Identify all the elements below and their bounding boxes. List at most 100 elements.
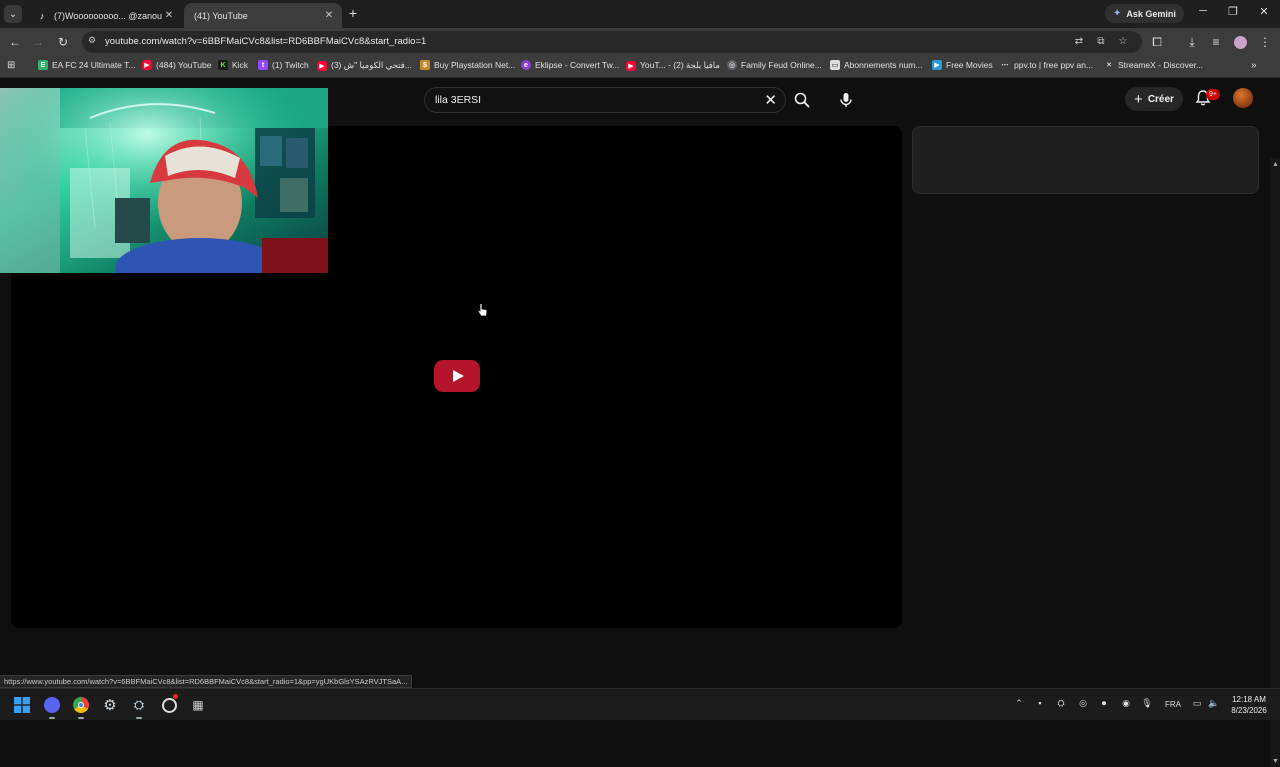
translate-icon[interactable]: ⇄ — [1072, 36, 1086, 47]
bookmark-label: ppv.to | free ppv an... — [1014, 60, 1094, 70]
tab-youtube[interactable]: (41) YouTube ✕ — [184, 3, 342, 91]
twitch-icon: t — [258, 60, 268, 70]
tray-discord-icon[interactable]: ◉ — [1119, 698, 1133, 709]
tray-recording-icon[interactable]: ◎ — [1076, 698, 1090, 709]
new-tab-icon[interactable]: + — [346, 5, 360, 21]
voice-search-button[interactable] — [832, 86, 860, 114]
bookmark-label: Family Feud Online... — [741, 60, 822, 70]
tray-app-icon[interactable]: ▪ — [1033, 698, 1047, 708]
bookmark-ea-fc[interactable]: E EA FC 24 Ultimate T... — [38, 60, 135, 70]
bookmark-youtube[interactable]: ▶ (484) YouTube — [142, 60, 211, 70]
play-button[interactable] — [434, 360, 480, 392]
search-button[interactable] — [787, 88, 817, 112]
menu-icon[interactable]: ⋮ — [1257, 34, 1273, 50]
bookmark-label: Kick — [232, 60, 249, 70]
globe-icon: ◎ — [727, 60, 737, 70]
search-input[interactable]: lila 3ERSI ✕ — [424, 87, 786, 113]
bookmark-kick[interactable]: K Kick — [218, 60, 248, 70]
clear-search-icon[interactable]: ✕ — [764, 91, 777, 109]
tab-search-button[interactable]: ⌄ — [4, 5, 22, 23]
tray-mic-icon[interactable]: ⏺ — [1097, 698, 1111, 709]
address-bar[interactable]: ⚙ youtube.com/watch?v=6BBFMaiCVc8&list=R… — [82, 31, 1142, 53]
scroll-up-icon[interactable]: ▲ — [1272, 161, 1279, 168]
plus-icon: + — [1134, 90, 1143, 108]
chrome-icon[interactable] — [71, 695, 91, 719]
bookmark-twitch[interactable]: t (1) Twitch — [258, 60, 309, 70]
tv-icon: ▭ — [830, 60, 840, 70]
clock-date: 8/23/2026 — [1231, 706, 1267, 715]
bookmark-label: EA FC 24 Ultimate T... — [52, 60, 136, 70]
ea-icon: E — [38, 60, 48, 70]
create-button[interactable]: + Créer — [1125, 87, 1183, 111]
close-tab-icon[interactable]: ✕ — [322, 10, 336, 21]
page-scrollbar[interactable]: ▲ ▼ — [1270, 158, 1280, 767]
bookmark-family-feud[interactable]: ◎ Family Feud Online... — [727, 60, 822, 70]
scroll-down-icon[interactable]: ▼ — [1272, 758, 1279, 765]
bookmark-youtube-2[interactable]: ▶ (3) فتحي الكوميا "ش... — [317, 60, 412, 71]
tray-microphone-icon[interactable]: 🎙 — [1140, 698, 1154, 709]
bookmark-label: YouT... - مافيا بلجة (2) — [640, 60, 720, 70]
hand-cursor-icon — [477, 303, 488, 317]
bookmark-label: (3) فتحي الكوميا "ش... — [331, 60, 412, 70]
app-grid-icon[interactable]: ▦ — [188, 695, 208, 715]
x-icon: ✕ — [1106, 62, 1112, 69]
system-clock[interactable]: 12:18 AM 8/23/2026 — [1226, 694, 1272, 716]
tab-tiktok[interactable]: ♪ (7)Wooooooooo... @zanouni.sa ✕ — [26, 3, 182, 28]
tab-strip: ⌄ ♪ (7)Wooooooooo... @zanouni.sa ✕ (41) … — [0, 0, 1280, 91]
install-app-icon[interactable]: ⧉ — [1094, 36, 1108, 47]
bookmark-youtube-3[interactable]: ▶ YouT... - مافيا بلجة (2) — [626, 60, 720, 71]
obs-icon[interactable] — [159, 694, 179, 715]
show-hidden-icons[interactable]: ⌃ — [1012, 698, 1026, 709]
bookmark-label: Buy Playstation Net... — [434, 60, 516, 70]
bookmark-free-movies[interactable]: ▶ Free Movies — [932, 60, 993, 70]
download-icon[interactable]: ⤓ — [1184, 34, 1200, 50]
link-status-bar: https://www.youtube.com/watch?v=6BBFMaiC… — [0, 675, 413, 688]
more-bookmarks-icon[interactable]: » — [1251, 60, 1257, 71]
network-icon[interactable]: ▭ — [1190, 698, 1204, 709]
discord-icon[interactable] — [42, 695, 62, 719]
youtube-icon: ▶ — [317, 60, 327, 71]
browser-toolbar: ← → ↻ ⚙ youtube.com/watch?v=6BBFMaiCVc8&… — [0, 28, 1280, 56]
close-window-icon[interactable]: ✕ — [1254, 5, 1274, 18]
bookmark-eklipse[interactable]: e Eklipse - Convert Tw... — [521, 60, 619, 70]
account-avatar[interactable] — [1233, 88, 1253, 108]
kick-icon: K — [218, 60, 228, 70]
bookmark-streamex[interactable]: ✕ StreameX - Discover... — [1104, 60, 1203, 70]
tray-steam-icon[interactable]: ⛭ — [1054, 698, 1068, 709]
ask-gemini-button[interactable]: ✦ Ask Gemini — [1105, 4, 1184, 23]
close-tab-icon[interactable]: ✕ — [162, 10, 176, 21]
bookmark-label: StreameX - Discover... — [1118, 60, 1204, 70]
restore-icon[interactable]: ❐ — [1223, 5, 1243, 18]
windows-start-icon[interactable] — [12, 695, 32, 715]
language-indicator[interactable]: FRA — [1165, 700, 1181, 709]
bookmark-abonnements[interactable]: ▭ Abonnements num... — [830, 60, 922, 70]
bookmark-playstation[interactable]: $ Buy Playstation Net... — [420, 60, 515, 70]
webcam-image — [0, 88, 328, 273]
bookmark-ppv[interactable]: ⋯ ppv.to | free ppv an... — [1000, 60, 1093, 70]
sidebar-placeholder-card — [912, 126, 1259, 194]
bookmarks-bar: ⊞ E EA FC 24 Ultimate T... ▶ (484) YouTu… — [0, 56, 1280, 78]
back-icon[interactable]: ← — [7, 34, 23, 50]
clock-time: 12:18 AM — [1232, 695, 1266, 704]
media-controls-icon[interactable]: ≡ — [1208, 34, 1224, 50]
volume-icon[interactable]: 🔈 — [1207, 698, 1221, 709]
ppv-icon: ⋯ — [1000, 60, 1010, 70]
bookmark-label: (1) Twitch — [272, 60, 309, 70]
status-url: https://www.youtube.com/watch?v=6BBFMaiC… — [4, 677, 408, 686]
settings-gear-icon[interactable]: ⚙ — [100, 695, 120, 715]
bookmark-label: Abonnements num... — [844, 60, 923, 70]
extensions-icon[interactable]: ⧠ — [1149, 34, 1165, 50]
reload-icon[interactable]: ↻ — [55, 34, 71, 50]
url-text: youtube.com/watch?v=6BBFMaiCVc8&list=RD6… — [105, 36, 427, 47]
tab-title: (7)Wooooooooo... @zanouni.sa — [54, 10, 162, 21]
site-info-icon[interactable]: ⚙ — [88, 35, 96, 46]
bookmark-star-icon[interactable]: ☆ — [1116, 36, 1130, 47]
youtube-icon: ▶ — [142, 60, 152, 70]
apps-icon[interactable]: ⊞ — [7, 60, 15, 71]
forward-icon[interactable]: → — [30, 34, 46, 50]
steam-icon[interactable]: ⛭ — [129, 695, 149, 719]
ask-gemini-label: Ask Gemini — [1126, 8, 1176, 19]
taskbar: ⚙ ⛭ ▦ ⌃ ▪ ⛭ ◎ ⏺ ◉ 🎙 FRA ▭ 🔈 12:18 AM 8/2… — [0, 688, 1280, 720]
minimize-icon[interactable]: ─ — [1193, 5, 1213, 17]
profile-icon[interactable] — [1232, 34, 1248, 50]
